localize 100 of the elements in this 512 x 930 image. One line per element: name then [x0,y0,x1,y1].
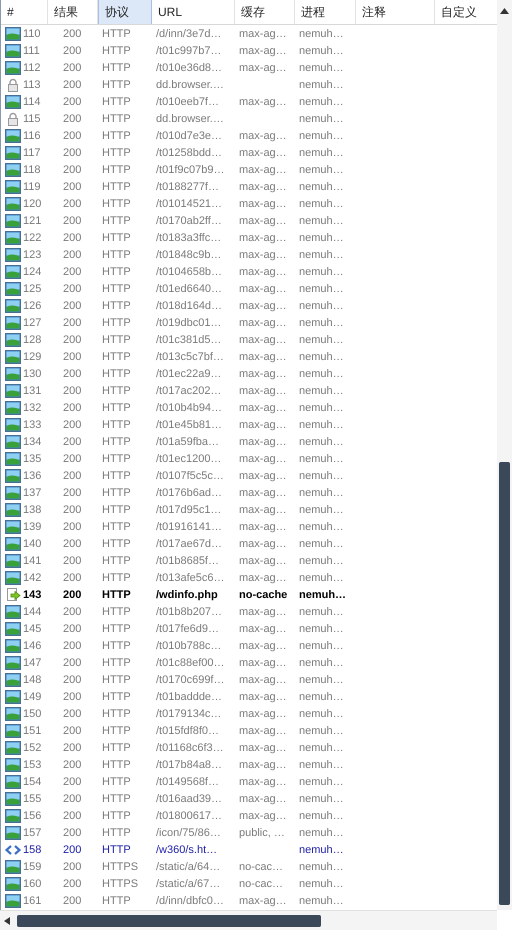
result-cell: 200 [63,776,82,788]
image-icon [5,638,21,652]
cache-cell: max-ag… [239,44,287,56]
url-cell: /t01ec22a9… [156,368,222,380]
result-cell: 200 [63,198,82,210]
process-cell: nemuh… [299,742,344,754]
image-icon [5,26,21,40]
cache-cell: max-ag… [239,470,287,482]
process-cell: nemuh… [299,198,344,210]
row-number: 119 [23,180,41,192]
url-cell: /t0107f5c5c… [156,470,224,482]
image-icon [5,468,21,482]
row-number: 139 [23,520,42,532]
result-cell: 200 [63,232,82,244]
process-cell: nemuh… [299,860,344,872]
row-number: 144 [23,606,42,618]
result-cell: 200 [63,878,82,890]
cache-cell: no-cache [239,588,288,600]
url-cell: /t01b8b207… [156,606,222,618]
cache-cell: max-ag… [239,894,287,906]
image-icon [5,774,21,788]
process-cell: nemuh… [299,640,344,652]
protocol-cell: HTTP [102,78,131,90]
url-cell: /t01c381d5… [156,334,222,346]
cache-cell: max-ag… [239,198,287,210]
vertical-scrollbar-thumb[interactable] [499,462,510,905]
protocol-cell: HTTP [102,282,131,294]
process-cell: nemuh… [299,520,344,532]
image-icon [5,366,21,380]
process-cell: nemuh… [299,78,344,90]
result-cell: 200 [63,622,82,634]
process-cell: nemuh… [299,248,344,260]
cache-cell: max-ag… [239,742,287,754]
cache-cell: max-ag… [239,758,287,770]
row-number: 121 [23,214,42,226]
result-cell: 200 [63,554,82,566]
image-icon [5,452,21,466]
row-number: 158 [23,844,42,856]
protocol-cell: HTTP [102,690,131,702]
cache-cell: max-ag… [239,486,287,498]
result-cell: 200 [63,470,82,482]
column-header[interactable]: 协议 [98,0,152,24]
protocol-cell: HTTP [102,44,131,56]
row-number: 135 [23,452,42,464]
protocol-cell: HTTP [102,674,131,686]
row-number: 134 [23,436,42,448]
cache-cell: max-ag… [239,28,287,40]
url-cell: /t01ed6640… [156,282,222,294]
process-cell: nemuh… [299,130,344,142]
image-icon [5,502,21,516]
protocol-cell: HTTP [102,538,131,550]
protocol-cell: HTTPS [102,860,138,872]
protocol-cell: HTTP [102,402,131,414]
image-icon [5,876,21,890]
cache-cell: max-ag… [239,164,287,176]
result-cell: 200 [63,742,82,754]
url-cell: /t017fe6d9… [156,622,219,634]
image-icon [5,706,21,720]
protocol-cell: HTTP [102,248,131,260]
process-cell: nemuh… [299,588,346,600]
process-cell: nemuh… [299,418,344,430]
cache-cell: max-ag… [239,538,287,550]
row-number: 125 [23,282,42,294]
image-icon [5,44,21,58]
protocol-cell: HTTP [102,894,131,906]
row-number: 143 [23,588,42,600]
image-icon [5,316,21,330]
protocol-cell: HTTP [102,776,131,788]
image-icon [5,230,21,244]
url-cell: /t01168c6f3… [156,742,224,754]
cache-cell: max-ag… [239,248,287,260]
result-cell: 200 [63,62,82,74]
process-cell: nemuh… [299,758,344,770]
row-number: 141 [23,554,42,566]
result-cell: 200 [63,690,82,702]
url-cell: /t017ac202… [156,384,222,396]
protocol-cell: HTTP [102,656,131,668]
result-cell: 200 [63,112,82,124]
url-cell: /t015fdf8f0… [156,724,219,736]
horizontal-scrollbar-thumb[interactable] [17,914,321,926]
cache-cell: max-ag… [239,622,287,634]
row-number: 116 [23,130,41,142]
url-cell: /t01258bdd… [156,146,222,158]
protocol-cell: HTTP [102,708,131,720]
row-number: 114 [23,96,41,108]
result-cell: 200 [63,572,82,584]
protocol-cell: HTTP [102,622,131,634]
process-cell: nemuh… [299,334,344,346]
process-cell: nemuh… [299,776,344,788]
row-number: 133 [23,418,42,430]
image-icon [5,486,21,500]
scroll-up-icon[interactable] [499,6,510,16]
process-cell: nemuh… [299,112,344,124]
cache-cell: max-ag… [239,316,287,328]
scroll-left-icon[interactable] [3,916,11,926]
url-cell: /t0176b6ad… [156,486,222,498]
protocol-cell: HTTP [102,112,131,124]
url-cell: /t01916141… [156,520,222,532]
cache-cell: max-ag… [239,384,287,396]
row-number: 153 [23,758,42,770]
